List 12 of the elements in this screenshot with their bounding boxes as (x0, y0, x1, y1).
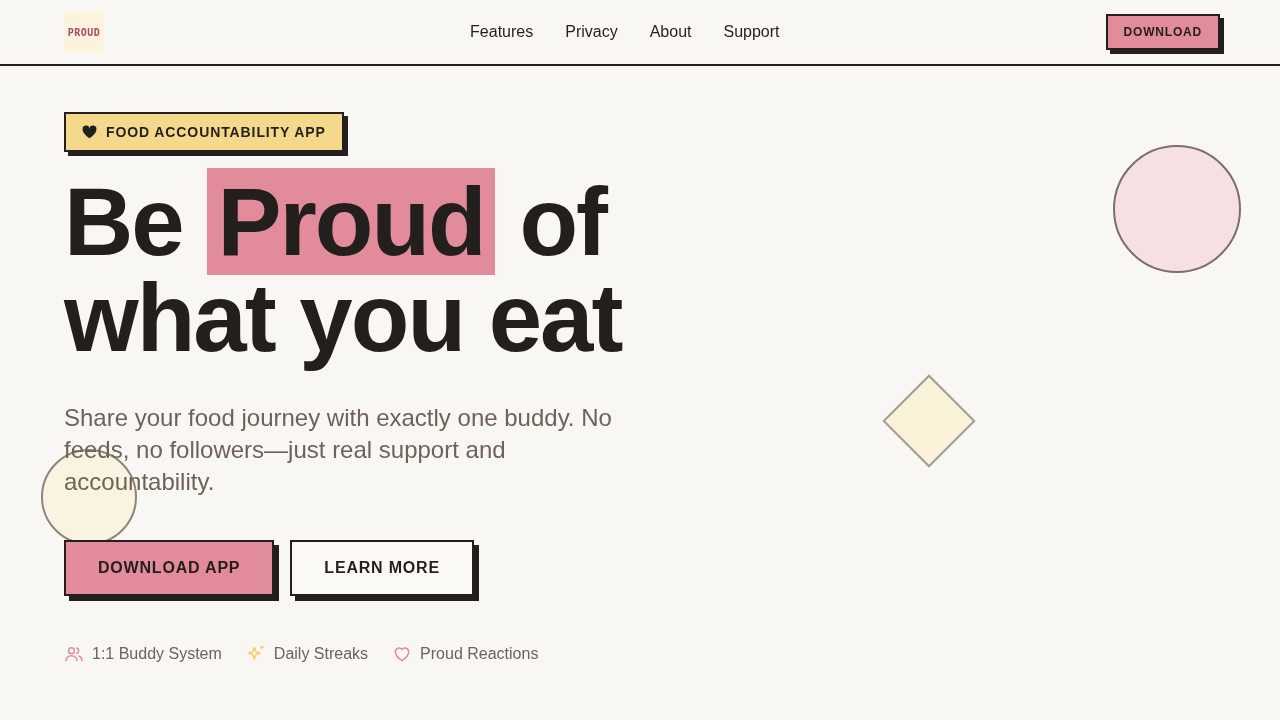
feature-label: Daily Streaks (273, 645, 369, 663)
feature-label: Proud Reactions (420, 645, 539, 663)
headline: Be Proud of what you eat (64, 167, 623, 373)
badge-label: FOOD ACCOUNTABILITY APP (106, 124, 326, 140)
nav-link[interactable]: Support (723, 23, 780, 41)
nav-link[interactable]: Privacy (565, 23, 618, 41)
nav-link[interactable]: Features (470, 23, 534, 41)
nav-link[interactable]: About (649, 23, 692, 41)
logo[interactable]: PROUD (64, 12, 104, 52)
feature-label: 1:1 Buddy System (92, 645, 222, 663)
heart-icon (82, 125, 97, 139)
users-icon (64, 644, 84, 664)
